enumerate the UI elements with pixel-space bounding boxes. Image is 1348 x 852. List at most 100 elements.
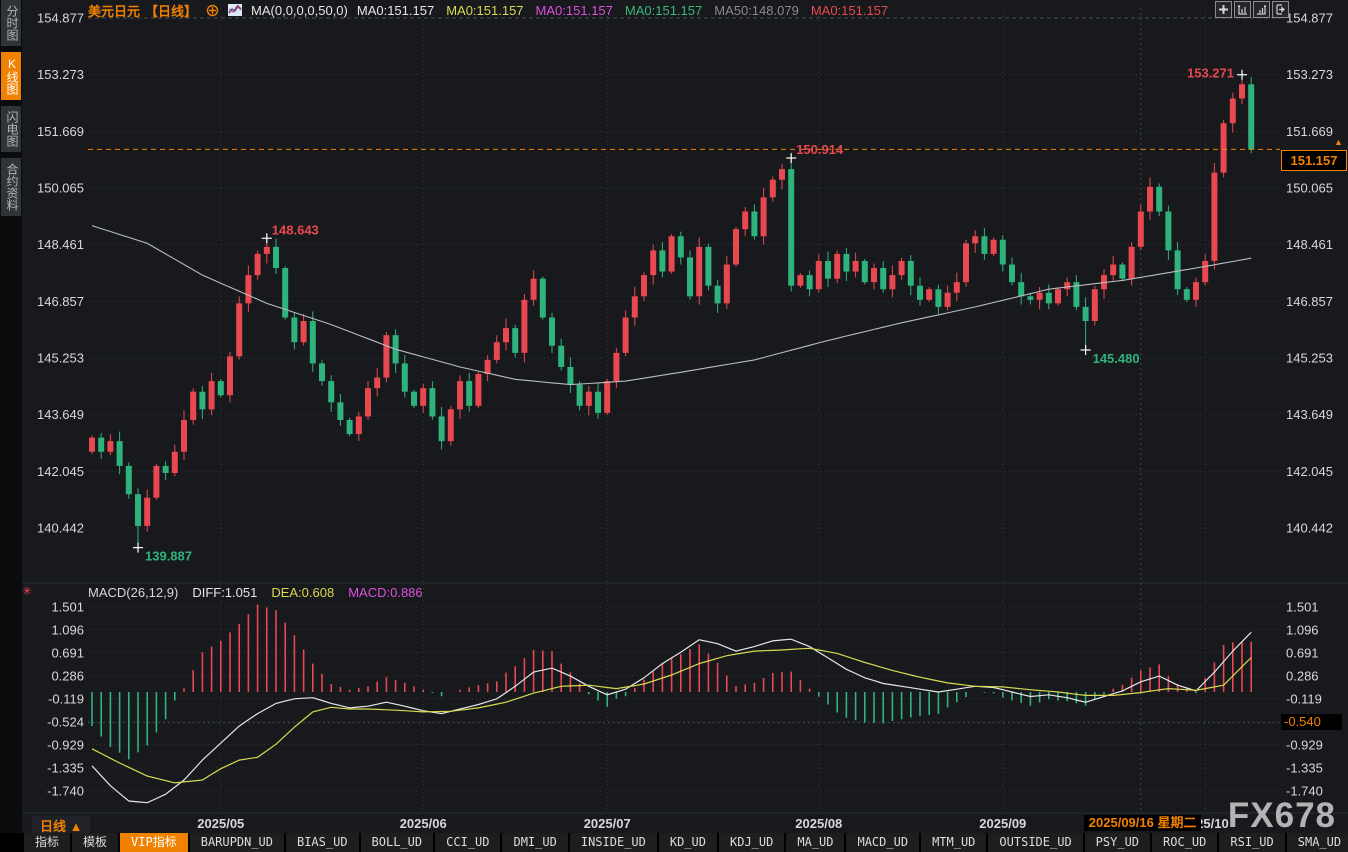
candle-body bbox=[1000, 240, 1006, 265]
axis-label: 148.461 bbox=[37, 237, 84, 252]
tab-MA_UD[interactable]: MA_UD bbox=[786, 833, 844, 852]
candle-body bbox=[1175, 250, 1181, 289]
chart-app: 154.877154.877153.273153.273151.669151.6… bbox=[0, 0, 1348, 852]
candle-body bbox=[853, 261, 859, 272]
chart-type-icon[interactable] bbox=[228, 4, 242, 16]
candle-body bbox=[1138, 212, 1144, 247]
candle-body bbox=[687, 257, 693, 296]
candle-body bbox=[1156, 187, 1162, 212]
indicator-tab-bar: 指标模板VIP指标BARUPDN_UDBIAS_UDBOLL_UDCCI_UDD… bbox=[0, 833, 1348, 852]
candle-body bbox=[871, 268, 877, 282]
candle-body bbox=[1119, 265, 1125, 279]
candle-body bbox=[972, 236, 978, 243]
tab-CCI_UD[interactable]: CCI_UD bbox=[435, 833, 500, 852]
candle-body bbox=[1055, 289, 1061, 303]
candle-body bbox=[374, 378, 380, 389]
candle-body bbox=[273, 247, 279, 268]
axis-label: 151.669 bbox=[1286, 124, 1333, 139]
tab-DMI_UD[interactable]: DMI_UD bbox=[502, 833, 567, 852]
candle-body bbox=[1239, 84, 1245, 98]
axis-label: -1.335 bbox=[47, 760, 84, 775]
ma-value-0: MA0:151.157 bbox=[357, 3, 434, 18]
axis-label: -0.524 bbox=[47, 714, 84, 729]
tab-KDJ_UD[interactable]: KDJ_UD bbox=[719, 833, 784, 852]
tab-模板[interactable]: 模板 bbox=[72, 833, 118, 852]
tab-MACD_UD[interactable]: MACD_UD bbox=[846, 833, 919, 852]
tab-BIAS_UD[interactable]: BIAS_UD bbox=[286, 833, 359, 852]
tab-VIP指标[interactable]: VIP指标 bbox=[120, 833, 188, 852]
candle-body bbox=[181, 420, 187, 452]
candle-body bbox=[236, 303, 242, 356]
candle-body bbox=[402, 363, 408, 391]
axis-label: 154.877 bbox=[37, 11, 84, 26]
candle-body bbox=[1248, 84, 1254, 149]
candle-body bbox=[724, 265, 730, 304]
candle-body bbox=[356, 416, 362, 434]
candle-body bbox=[696, 247, 702, 296]
ma-values: MA0:151.157MA0:151.157MA0:151.157MA0:151… bbox=[357, 3, 888, 18]
candle-body bbox=[650, 250, 656, 275]
candle-body bbox=[117, 441, 123, 466]
tab-MTM_UD[interactable]: MTM_UD bbox=[921, 833, 986, 852]
chart-canvas[interactable]: 154.877154.877153.273153.273151.669151.6… bbox=[0, 0, 1348, 852]
candle-body bbox=[1211, 173, 1217, 261]
candle-body bbox=[595, 392, 601, 413]
axis-label: -0.929 bbox=[47, 737, 84, 752]
candle-body bbox=[190, 392, 196, 420]
tab-BOLL_UD[interactable]: BOLL_UD bbox=[361, 833, 434, 852]
candle-body bbox=[383, 335, 389, 377]
tab-KD_UD[interactable]: KD_UD bbox=[659, 833, 717, 852]
tab-BARUPDN_UD[interactable]: BARUPDN_UD bbox=[190, 833, 284, 852]
tab-指标[interactable]: 指标 bbox=[24, 833, 70, 852]
axis-label: 0.286 bbox=[51, 668, 84, 683]
layout-controls bbox=[1215, 1, 1289, 18]
date-label: 2025/06 bbox=[400, 816, 447, 831]
pan-right-icon[interactable] bbox=[1272, 1, 1289, 18]
candle-body bbox=[1165, 212, 1171, 251]
candle-body bbox=[862, 261, 868, 282]
axis-label: 151.669 bbox=[37, 124, 84, 139]
layout-grid-icon[interactable] bbox=[1215, 1, 1232, 18]
candle-body bbox=[531, 279, 537, 300]
candle-body bbox=[1009, 265, 1015, 283]
axis-label: 1.096 bbox=[51, 622, 84, 637]
macd-title: MACD(26,12,9) bbox=[88, 585, 178, 600]
tab-ROC_UD[interactable]: ROC_UD bbox=[1152, 833, 1217, 852]
candle-body bbox=[245, 275, 251, 303]
indicator-marker-icon[interactable]: ✳ bbox=[22, 584, 32, 598]
axis-label: -1.740 bbox=[47, 783, 84, 798]
candle-body bbox=[264, 247, 270, 254]
settings-gear-icon[interactable] bbox=[206, 4, 219, 17]
candle-body bbox=[567, 367, 573, 385]
candle-body bbox=[586, 392, 592, 406]
candle-body bbox=[209, 381, 215, 409]
axis-label: 142.045 bbox=[37, 464, 84, 479]
tab-INSIDE_UD[interactable]: INSIDE_UD bbox=[570, 833, 657, 852]
candle-body bbox=[218, 381, 224, 395]
ma-value-1: MA0:151.157 bbox=[446, 3, 523, 18]
candle-body bbox=[347, 420, 353, 434]
axis-label: 1.096 bbox=[1286, 622, 1319, 637]
candle-body bbox=[1083, 307, 1089, 321]
tab-OUTSIDE_UD[interactable]: OUTSIDE_UD bbox=[988, 833, 1082, 852]
candle-body bbox=[788, 169, 794, 286]
candle-body bbox=[843, 254, 849, 272]
macd-diff-value: DIFF:1.051 bbox=[192, 585, 257, 600]
axis-label: 139.887 bbox=[145, 549, 192, 564]
candle-body bbox=[310, 321, 316, 363]
axis-label: -0.929 bbox=[1286, 737, 1323, 752]
left-axis-scale-icon[interactable] bbox=[1234, 1, 1251, 18]
tab-PSY_UD[interactable]: PSY_UD bbox=[1085, 833, 1150, 852]
candle-body bbox=[981, 236, 987, 254]
candle-body bbox=[1147, 187, 1153, 212]
candle-body bbox=[659, 250, 665, 271]
candle-body bbox=[429, 388, 435, 416]
candle-body bbox=[577, 385, 583, 406]
axis-label: 153.273 bbox=[37, 67, 84, 82]
ma-value-2: MA0:151.157 bbox=[536, 3, 613, 18]
right-axis-scale-icon[interactable] bbox=[1253, 1, 1270, 18]
candle-body bbox=[623, 318, 629, 353]
candle-body bbox=[485, 360, 491, 374]
candle-body bbox=[816, 261, 822, 289]
axis-label: 148.461 bbox=[1286, 237, 1333, 252]
